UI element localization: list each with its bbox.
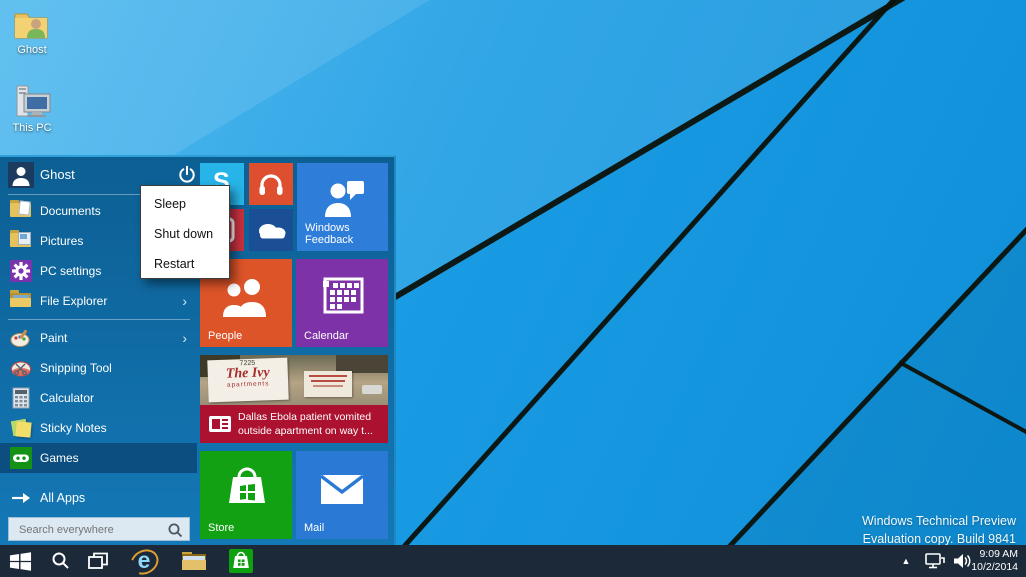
power-icon: [179, 165, 195, 183]
menu-item-restart[interactable]: Restart: [141, 249, 229, 279]
sidebar-item-label: Paint: [40, 331, 68, 345]
file-explorer-icon: [182, 552, 206, 571]
sidebar-item-label: Snipping Tool: [40, 361, 112, 375]
watermark-line1: Windows Technical Preview: [862, 514, 1016, 528]
menu-item-sleep[interactable]: Sleep: [141, 189, 229, 219]
tile-label: People: [208, 330, 243, 342]
arrow-right-icon: [10, 491, 32, 505]
taskbar-internet-explorer[interactable]: e: [126, 544, 163, 577]
tile-calendar[interactable]: Calendar: [296, 259, 388, 347]
news-photo: 7225 The Ivy apartments: [200, 355, 388, 405]
tile-onedrive[interactable]: [249, 209, 293, 251]
news-headline-line2: outside apartment on way t...: [238, 425, 373, 437]
tile-label: Calendar: [304, 330, 349, 342]
sidebar-item-label: File Explorer: [40, 294, 108, 308]
sidebar-item-label: Games: [40, 451, 79, 465]
onedrive-cloud-icon: [259, 224, 286, 239]
power-button[interactable]: [176, 164, 198, 186]
tile-label: Mail: [304, 522, 325, 534]
search-box[interactable]: [8, 517, 190, 541]
settings-gear-icon: [10, 260, 32, 282]
user-avatar[interactable]: [8, 162, 34, 188]
tile-store[interactable]: Store: [200, 451, 292, 539]
sidebar-item-snipping-tool[interactable]: Snipping Tool: [0, 353, 197, 383]
feedback-icon: [325, 181, 364, 217]
user-name: Ghost: [40, 167, 75, 182]
power-flyout-menu: Sleep Shut down Restart: [140, 185, 230, 279]
search-input[interactable]: [17, 520, 166, 540]
desktop-icon-label: This PC: [12, 122, 52, 134]
search-icon: [168, 523, 183, 538]
desktop: Ghost This PC Ghost Documents Pictures P…: [0, 0, 1026, 577]
all-apps-label: All Apps: [40, 491, 86, 505]
user-icon: [12, 167, 30, 186]
desktop-icon-ghost[interactable]: Ghost: [0, 8, 64, 56]
sidebar-item-label: Pictures: [40, 234, 84, 248]
sidebar-item-paint[interactable]: Paint ›: [0, 323, 197, 353]
taskbar-clock[interactable]: 9:09 AM 10/2/2014: [971, 548, 1018, 574]
desktop-icon-label: Ghost: [17, 44, 47, 56]
store-bag-icon: [229, 467, 265, 503]
taskbar-search-button[interactable]: [46, 545, 76, 577]
windows-logo-icon: [9, 551, 31, 571]
taskbar-store[interactable]: [226, 545, 256, 577]
watermark: Windows Technical Preview Evaluation cop…: [862, 512, 1016, 548]
news-banner: Dallas Ebola patient vomited outside apa…: [200, 405, 388, 443]
all-apps-button[interactable]: All Apps: [0, 487, 197, 509]
taskbar: e ▲ 9:09 AM 10/2/2014: [0, 544, 1026, 577]
task-view-button[interactable]: [83, 545, 113, 577]
speaker-icon: [954, 554, 971, 568]
tile-windows-feedback[interactable]: Windows Feedback: [297, 163, 388, 251]
hidden-icons-button[interactable]: ▲: [896, 545, 916, 577]
tile-music[interactable]: [249, 163, 293, 205]
sidebar-item-calculator[interactable]: Calculator: [0, 383, 197, 413]
tile-mail[interactable]: Mail: [296, 451, 388, 539]
sticky-notes-icon: [10, 417, 32, 439]
mail-envelope-icon: [319, 474, 365, 504]
calculator-icon: [10, 387, 32, 409]
paint-icon: [10, 327, 32, 349]
desktop-icon-this-pc[interactable]: This PC: [0, 84, 64, 134]
news-sign-sub: apartments: [226, 380, 270, 389]
tile-label: Windows Feedback: [305, 222, 354, 246]
sidebar-item-file-explorer[interactable]: File Explorer ›: [0, 286, 197, 316]
file-explorer-icon: [10, 290, 32, 312]
store-icon: [229, 549, 253, 573]
network-icon: [925, 553, 945, 569]
internet-explorer-icon: e: [137, 546, 151, 573]
games-xbox-icon: [10, 447, 32, 469]
chevron-right-icon: ›: [182, 330, 187, 346]
chevron-right-icon: ›: [182, 293, 187, 309]
calendar-icon: [323, 277, 364, 314]
headphones-icon: [259, 174, 283, 195]
sidebar-item-label: PC settings: [40, 264, 102, 278]
chevron-up-icon: ▲: [901, 556, 911, 566]
sidebar-item-label: Calculator: [40, 391, 95, 405]
sidebar-item-games[interactable]: Games: [0, 443, 197, 473]
people-icon: [223, 279, 266, 317]
snipping-tool-icon: [10, 357, 32, 379]
clock-time: 9:09 AM: [979, 548, 1018, 560]
documents-icon: [10, 200, 32, 222]
task-view-icon: [88, 552, 108, 569]
taskbar-file-explorer[interactable]: [179, 545, 209, 577]
start-button[interactable]: [5, 545, 35, 577]
user-folder-icon: [14, 13, 48, 39]
tile-news[interactable]: 7225 The Ivy apartments Dallas Ebola pat…: [200, 355, 388, 443]
computer-icon: [16, 85, 51, 117]
pictures-icon: [10, 230, 32, 252]
search-icon: [52, 552, 69, 569]
news-icon: [209, 416, 231, 432]
divider: [8, 319, 190, 320]
tile-label: Store: [208, 522, 235, 534]
news-headline-line1: Dallas Ebola patient vomited: [238, 411, 372, 423]
clock-date: 10/2/2014: [971, 561, 1018, 573]
menu-item-shut-down[interactable]: Shut down: [141, 219, 229, 249]
sidebar-item-label: Documents: [40, 204, 101, 218]
sidebar-item-label: Sticky Notes: [40, 421, 107, 435]
sidebar-item-sticky-notes[interactable]: Sticky Notes: [0, 413, 197, 443]
network-tray-icon[interactable]: [922, 545, 948, 577]
